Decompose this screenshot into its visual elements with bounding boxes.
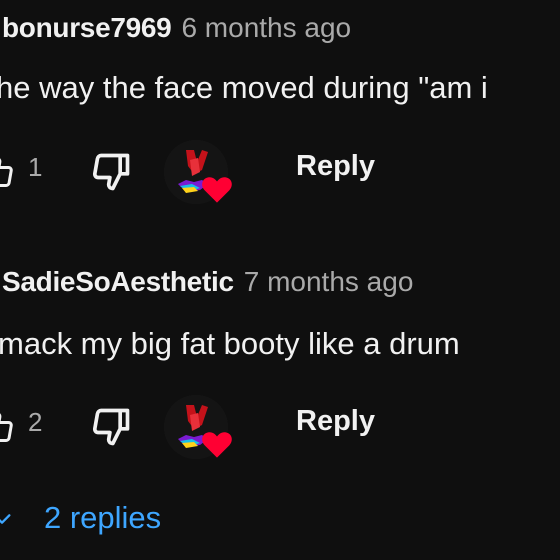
like-count: 1 bbox=[28, 152, 43, 182]
comment-actions: 2 Reply bbox=[0, 395, 560, 459]
view-replies-label: 2 replies bbox=[44, 500, 162, 535]
reply-button[interactable]: Reply bbox=[296, 150, 375, 183]
comment-actions: 1 Reply bbox=[0, 140, 560, 204]
reply-button[interactable]: Reply bbox=[296, 405, 375, 438]
comment-timestamp[interactable]: 7 months ago bbox=[244, 266, 414, 297]
creator-heart-icon bbox=[202, 177, 232, 203]
thumb-down-icon[interactable] bbox=[88, 150, 134, 194]
comment-header: SadieSoAesthetic 7 months ago bbox=[2, 266, 413, 298]
comment-header: bonurse7969 6 months ago bbox=[2, 12, 351, 44]
thumb-up-icon[interactable] bbox=[0, 154, 16, 190]
comment-author[interactable]: bonurse7969 bbox=[2, 12, 172, 43]
thumb-down-icon[interactable] bbox=[88, 405, 134, 449]
thumb-up-icon[interactable] bbox=[0, 409, 16, 445]
creator-heart bbox=[164, 140, 236, 206]
chevron-down-icon bbox=[0, 514, 11, 524]
comment-author[interactable]: SadieSoAesthetic bbox=[2, 266, 234, 297]
comment-timestamp[interactable]: 6 months ago bbox=[181, 12, 351, 43]
comment-text: he way the face moved during "am i bbox=[0, 70, 488, 105]
like-count: 2 bbox=[28, 407, 43, 437]
creator-heart bbox=[164, 395, 236, 461]
creator-heart-icon bbox=[202, 432, 232, 458]
comment-text: mack my big fat booty like a drum bbox=[0, 326, 460, 361]
